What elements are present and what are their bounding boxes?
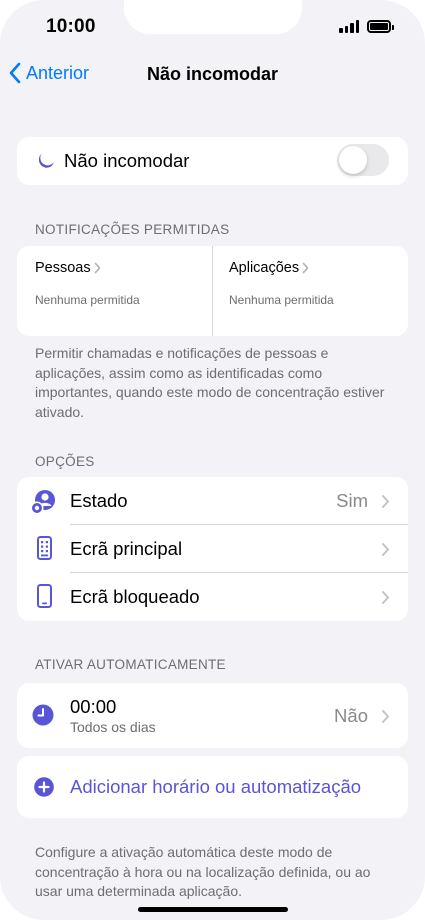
options-card: Estado Sim Ecrã principal Ecrã bloqueado [17,477,408,621]
option-row-home-screen[interactable]: Ecrã principal [17,525,408,573]
allowed-notifications-header: NOTIFICAÇÕES PERMITIDAS [35,222,230,237]
auto-activation-header: ATIVAR AUTOMATICAMENTE [35,657,226,672]
allowed-people-subtitle: Nenhuma permitida [35,293,140,307]
option-row-lock-screen[interactable]: Ecrã bloqueado [17,573,408,621]
focus-status-icon [30,490,55,515]
allowed-people-title: Pessoas [35,260,91,276]
focus-toggle-switch[interactable] [337,144,389,176]
chevron-right-icon [94,262,100,274]
home-screen-icon [37,536,52,560]
chevron-right-icon [302,262,309,274]
allowed-apps-cell[interactable]: Aplicações Nenhuma permitida [213,246,408,336]
chevron-right-icon [382,543,389,556]
allowed-apps-subtitle: Nenhuma permitida [229,293,334,307]
focus-toggle-label: Não incomodar [64,150,190,171]
lock-screen-icon [37,584,52,608]
page-title: Não incomodar [146,64,279,84]
add-schedule-card[interactable]: Adicionar horário ou automatização [17,756,408,818]
option-row-status[interactable]: Estado Sim [17,477,408,525]
option-label-home-screen: Ecrã principal [70,538,183,559]
moon-icon [38,153,54,168]
option-label-lock-screen: Ecrã bloqueado [70,586,200,607]
option-label-status: Estado [70,490,128,511]
cellular-signal-icon [339,20,359,33]
options-header: OPÇÕES [35,454,95,469]
phone-screen: 10:00 Anterior Não incomodar Não incomod… [0,0,425,920]
clock-icon [32,704,54,726]
allowed-apps-title: Aplicações [229,260,300,276]
schedule-days: Todos os dias [70,719,156,735]
chevron-right-icon [382,591,389,604]
schedule-card[interactable]: 00:00 Todos os dias Não [17,683,408,748]
schedule-time: 00:00 [70,696,117,717]
schedule-value: Não [334,705,368,726]
option-value-status: Sim [336,490,368,511]
allowed-people-cell[interactable]: Pessoas Nenhuma permitida [17,246,212,336]
chevron-right-icon [382,495,389,508]
chevron-right-icon [382,710,389,723]
auto-activation-footnote: Configure a ativação automática deste mo… [35,844,371,899]
add-circle-icon [34,777,54,797]
home-indicator[interactable] [138,907,288,912]
focus-toggle-card: Não incomodar [17,137,408,185]
allowed-notifications-card: Pessoas Nenhuma permitida Aplicações Nen… [17,246,408,336]
notch [124,0,302,34]
allowed-notifications-footnote: Permitir chamadas e notificações de pess… [35,345,385,420]
add-schedule-button[interactable]: Adicionar horário ou automatização [70,776,361,798]
battery-icon [367,20,394,33]
status-time: 10:00 [46,16,96,37]
